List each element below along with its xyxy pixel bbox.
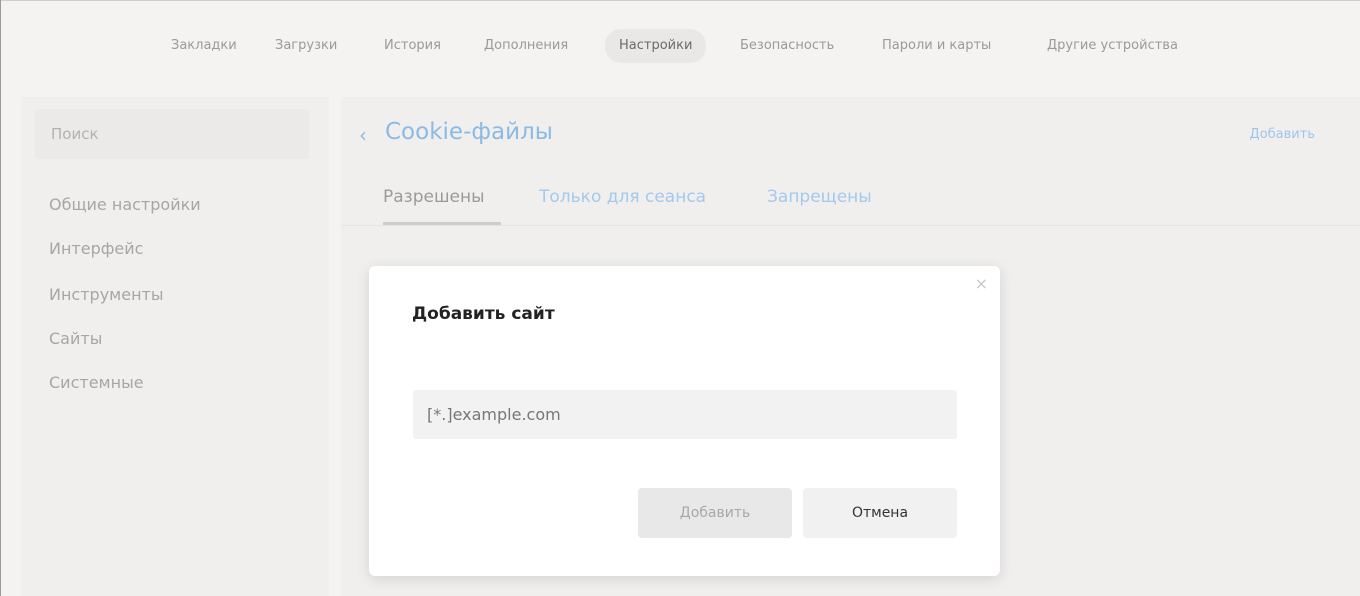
top-navigation: Закладки Загрузки История Дополнения Нас… — [0, 26, 1360, 66]
window-top-border — [0, 0, 1360, 1]
tab-blocked[interactable]: Запрещены — [767, 187, 872, 207]
sidebar-item-tools[interactable]: Инструменты — [49, 285, 164, 304]
tab-allowed[interactable]: Разрешены — [383, 187, 485, 207]
sidebar-item-sites[interactable]: Сайты — [49, 329, 102, 348]
nav-passwords-and-cards[interactable]: Пароли и карты — [882, 26, 991, 66]
sidebar-item-general[interactable]: Общие настройки — [49, 195, 201, 214]
search-input[interactable]: Поиск — [35, 109, 309, 159]
tab-session-only[interactable]: Только для сеанса — [539, 187, 706, 207]
nav-history[interactable]: История — [384, 26, 441, 66]
add-site-link[interactable]: Добавить — [1250, 127, 1315, 142]
cancel-button[interactable]: Отмена — [803, 488, 957, 538]
sidebar-item-interface[interactable]: Интерфейс — [49, 239, 143, 258]
nav-extensions[interactable]: Дополнения — [484, 26, 568, 66]
settings-sidebar: Поиск Общие настройки Интерфейс Инструме… — [21, 97, 329, 596]
sidebar-item-system[interactable]: Системные — [49, 373, 144, 392]
add-site-dialog: × Добавить сайт Добавить Отмена — [369, 266, 1000, 576]
page-title: Cookie-файлы — [385, 119, 553, 145]
back-arrow-icon[interactable]: ‹ — [359, 123, 367, 147]
dialog-title: Добавить сайт — [412, 304, 555, 324]
nav-downloads[interactable]: Загрузки — [275, 26, 337, 66]
site-url-input[interactable] — [413, 390, 957, 439]
close-icon[interactable]: × — [975, 274, 988, 293]
nav-security[interactable]: Безопасность — [740, 26, 834, 66]
add-button[interactable]: Добавить — [638, 488, 792, 538]
window-left-border — [0, 0, 1, 596]
nav-other-devices[interactable]: Другие устройства — [1047, 26, 1178, 66]
nav-settings[interactable]: Настройки — [605, 29, 707, 63]
tabs-divider — [341, 225, 1360, 226]
nav-bookmarks[interactable]: Закладки — [171, 26, 237, 66]
